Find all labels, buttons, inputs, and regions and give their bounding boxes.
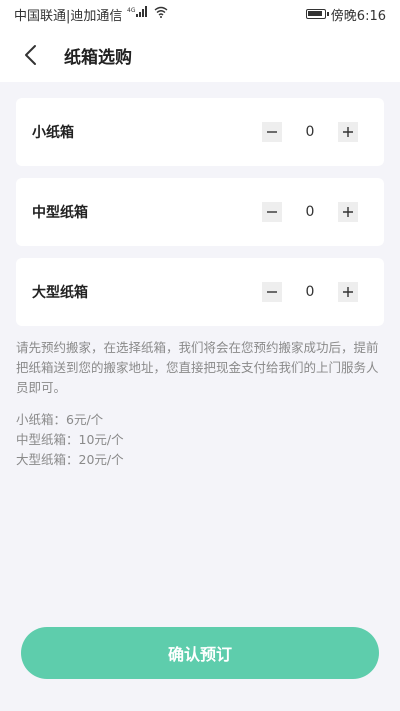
box-card-small: 小纸箱 0 <box>16 98 384 166</box>
plus-icon <box>343 287 353 297</box>
confirm-button[interactable]: 确认预订 <box>21 627 379 679</box>
minus-icon <box>267 211 277 213</box>
box-card-medium: 中型纸箱 0 <box>16 178 384 246</box>
quantity-stepper: 0 <box>262 202 358 222</box>
decrease-button[interactable] <box>262 122 282 142</box>
quantity-value: 0 <box>305 284 315 300</box>
increase-button[interactable] <box>338 122 358 142</box>
plus-icon <box>343 127 353 137</box>
top-bar: 纸箱选购 <box>0 28 400 82</box>
svg-text:4G: 4G <box>127 7 136 14</box>
price-item: 小纸箱：6元/个 <box>16 412 104 427</box>
wifi-icon <box>154 6 168 22</box>
status-left: 中国联通|迪加通信 4G <box>14 5 168 24</box>
price-item: 中型纸箱：10元/个 <box>16 432 124 447</box>
plus-icon <box>343 207 353 217</box>
notice-text: 请先预约搬家，在选择纸箱，我们将会在您预约搬家成功后，提前把纸箱送到您的搬家地址… <box>16 340 379 395</box>
box-label: 小纸箱 <box>32 125 74 141</box>
quantity-stepper: 0 <box>262 282 358 302</box>
quantity-value: 0 <box>305 124 315 140</box>
battery-icon <box>305 9 329 19</box>
content: 小纸箱 0 中型纸箱 0 大型纸箱 0 请先预约搬家，在选择纸箱，我们将会在您预… <box>16 98 384 470</box>
status-bar: 中国联通|迪加通信 4G 傍晚6:16 <box>0 0 400 28</box>
status-right: 傍晚6:16 <box>305 5 386 24</box>
increase-button[interactable] <box>338 202 358 222</box>
page-title: 纸箱选购 <box>64 47 132 68</box>
box-card-large: 大型纸箱 0 <box>16 258 384 326</box>
back-button[interactable] <box>8 33 52 77</box>
quantity-stepper: 0 <box>262 122 358 142</box>
minus-icon <box>267 131 277 133</box>
carrier-text: 中国联通|迪加通信 <box>14 8 123 24</box>
decrease-button[interactable] <box>262 282 282 302</box>
increase-button[interactable] <box>338 282 358 302</box>
box-label: 中型纸箱 <box>32 205 88 221</box>
price-list: 小纸箱：6元/个 中型纸箱：10元/个 大型纸箱：20元/个 <box>16 410 384 470</box>
quantity-value: 0 <box>305 204 315 220</box>
clock-text: 傍晚6:16 <box>330 8 386 24</box>
price-item: 大型纸箱：20元/个 <box>16 452 124 467</box>
box-label: 大型纸箱 <box>32 285 88 301</box>
chevron-left-icon <box>25 45 36 65</box>
minus-icon <box>267 291 277 293</box>
signal-icon: 4G <box>127 6 149 22</box>
decrease-button[interactable] <box>262 202 282 222</box>
